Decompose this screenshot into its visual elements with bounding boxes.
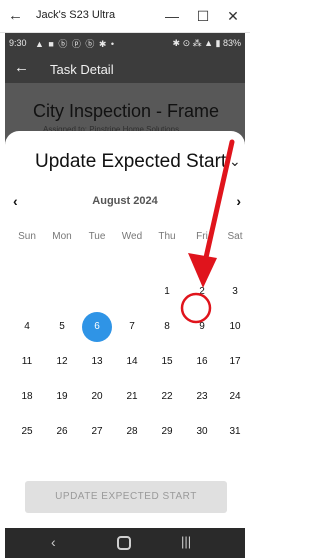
calendar-day[interactable]: 29 (152, 417, 182, 447)
status-time: 9:30 (9, 38, 27, 48)
update-expected-start-button[interactable]: UPDATE EXPECTED START (25, 481, 227, 513)
weekday-label: Thu (158, 231, 176, 242)
calendar-day[interactable]: 13 (82, 347, 112, 377)
calendar-day[interactable]: 18 (12, 382, 42, 412)
chevron-down-icon[interactable]: ⌄ (229, 153, 241, 170)
calendar-day[interactable]: 2 (187, 277, 217, 307)
calendar-day[interactable]: 14 (117, 347, 147, 377)
calendar-day[interactable]: 20 (82, 382, 112, 412)
calendar-day[interactable]: 28 (117, 417, 147, 447)
job-title: City Inspection - Frame (33, 101, 220, 121)
app-bar: ← Task Detail (5, 53, 245, 83)
window-title: Jack's S23 Ultra (36, 9, 116, 21)
app-bar-title: Task Detail (50, 62, 114, 77)
calendar-day[interactable]: 9 (187, 312, 217, 342)
calendar-day[interactable]: 7 (117, 312, 147, 342)
back-arrow-icon[interactable]: ← (14, 59, 29, 76)
status-bar: 9:30 ▲ ■ ⓑ ⓟ ⓑ ✱ • ✱ ⊙ ⁂ ▲ ▮ 83% (5, 33, 245, 53)
calendar-day[interactable]: 5 (47, 312, 77, 342)
android-nav-bar: ‹ ||| (5, 528, 245, 558)
calendar-day[interactable]: 25 (12, 417, 42, 447)
calendar-day[interactable]: 1 (152, 277, 182, 307)
window-title-bar: ← Jack's S23 Ultra — ☐ ✕ (0, 0, 250, 33)
calendar-day[interactable]: 10 (220, 312, 245, 342)
weekday-label: Tue (88, 231, 106, 242)
calendar-day[interactable]: 17 (220, 347, 245, 377)
maximize-icon[interactable]: ☐ (194, 7, 212, 25)
calendar-day[interactable]: 11 (12, 347, 42, 377)
notification-icons: ▲ ■ ⓑ ⓟ ⓑ ✱ • (35, 39, 116, 49)
calendar-day[interactable]: 23 (187, 382, 217, 412)
nav-back-icon[interactable]: ‹ (51, 534, 56, 550)
calendar-day[interactable]: 27 (82, 417, 112, 447)
screen: ← Jack's S23 Ultra — ☐ ✕ 9:30 ▲ ■ ⓑ ⓟ ⓑ … (0, 0, 250, 560)
calendar-day-selected[interactable]: 6 (82, 312, 112, 342)
close-icon[interactable]: ✕ (224, 7, 242, 25)
date-picker-sheet: Update Expected Start ⌄ ‹ August 2024 › … (5, 131, 245, 528)
weekday-label: Wed (121, 231, 143, 242)
calendar-day[interactable]: 24 (220, 382, 245, 412)
calendar-day[interactable]: 15 (152, 347, 182, 377)
calendar-day[interactable]: 4 (12, 312, 42, 342)
calendar-day[interactable]: 31 (220, 417, 245, 447)
calendar-day[interactable]: 3 (220, 277, 245, 307)
nav-home-icon[interactable] (117, 536, 131, 550)
window-back-icon[interactable]: ← (8, 7, 23, 24)
status-right: ✱ ⊙ ⁂ ▲ ▮ 83% (172, 38, 241, 48)
minimize-icon[interactable]: — (163, 7, 181, 25)
phone-screen: 9:30 ▲ ■ ⓑ ⓟ ⓑ ✱ • ✱ ⊙ ⁂ ▲ ▮ 83% ← Task … (5, 33, 245, 558)
weekday-label: Sun (18, 231, 36, 242)
calendar-day[interactable]: 8 (152, 312, 182, 342)
nav-recent-apps-icon[interactable]: ||| (181, 534, 191, 549)
next-month-icon[interactable]: › (236, 193, 241, 209)
calendar-day[interactable]: 22 (152, 382, 182, 412)
weekday-label: Sat (227, 231, 243, 242)
calendar-day[interactable]: 19 (47, 382, 77, 412)
weekday-label: Mon (52, 231, 72, 242)
calendar-day[interactable]: 16 (187, 347, 217, 377)
calendar-day[interactable]: 26 (47, 417, 77, 447)
sheet-title: Update Expected Start (35, 151, 227, 172)
calendar-day[interactable]: 12 (47, 347, 77, 377)
month-navigation: ‹ August 2024 › (5, 193, 245, 213)
weekday-label: Fri (196, 231, 208, 242)
calendar-day[interactable]: 30 (187, 417, 217, 447)
calendar-day[interactable]: 21 (117, 382, 147, 412)
month-label: August 2024 (92, 195, 158, 207)
